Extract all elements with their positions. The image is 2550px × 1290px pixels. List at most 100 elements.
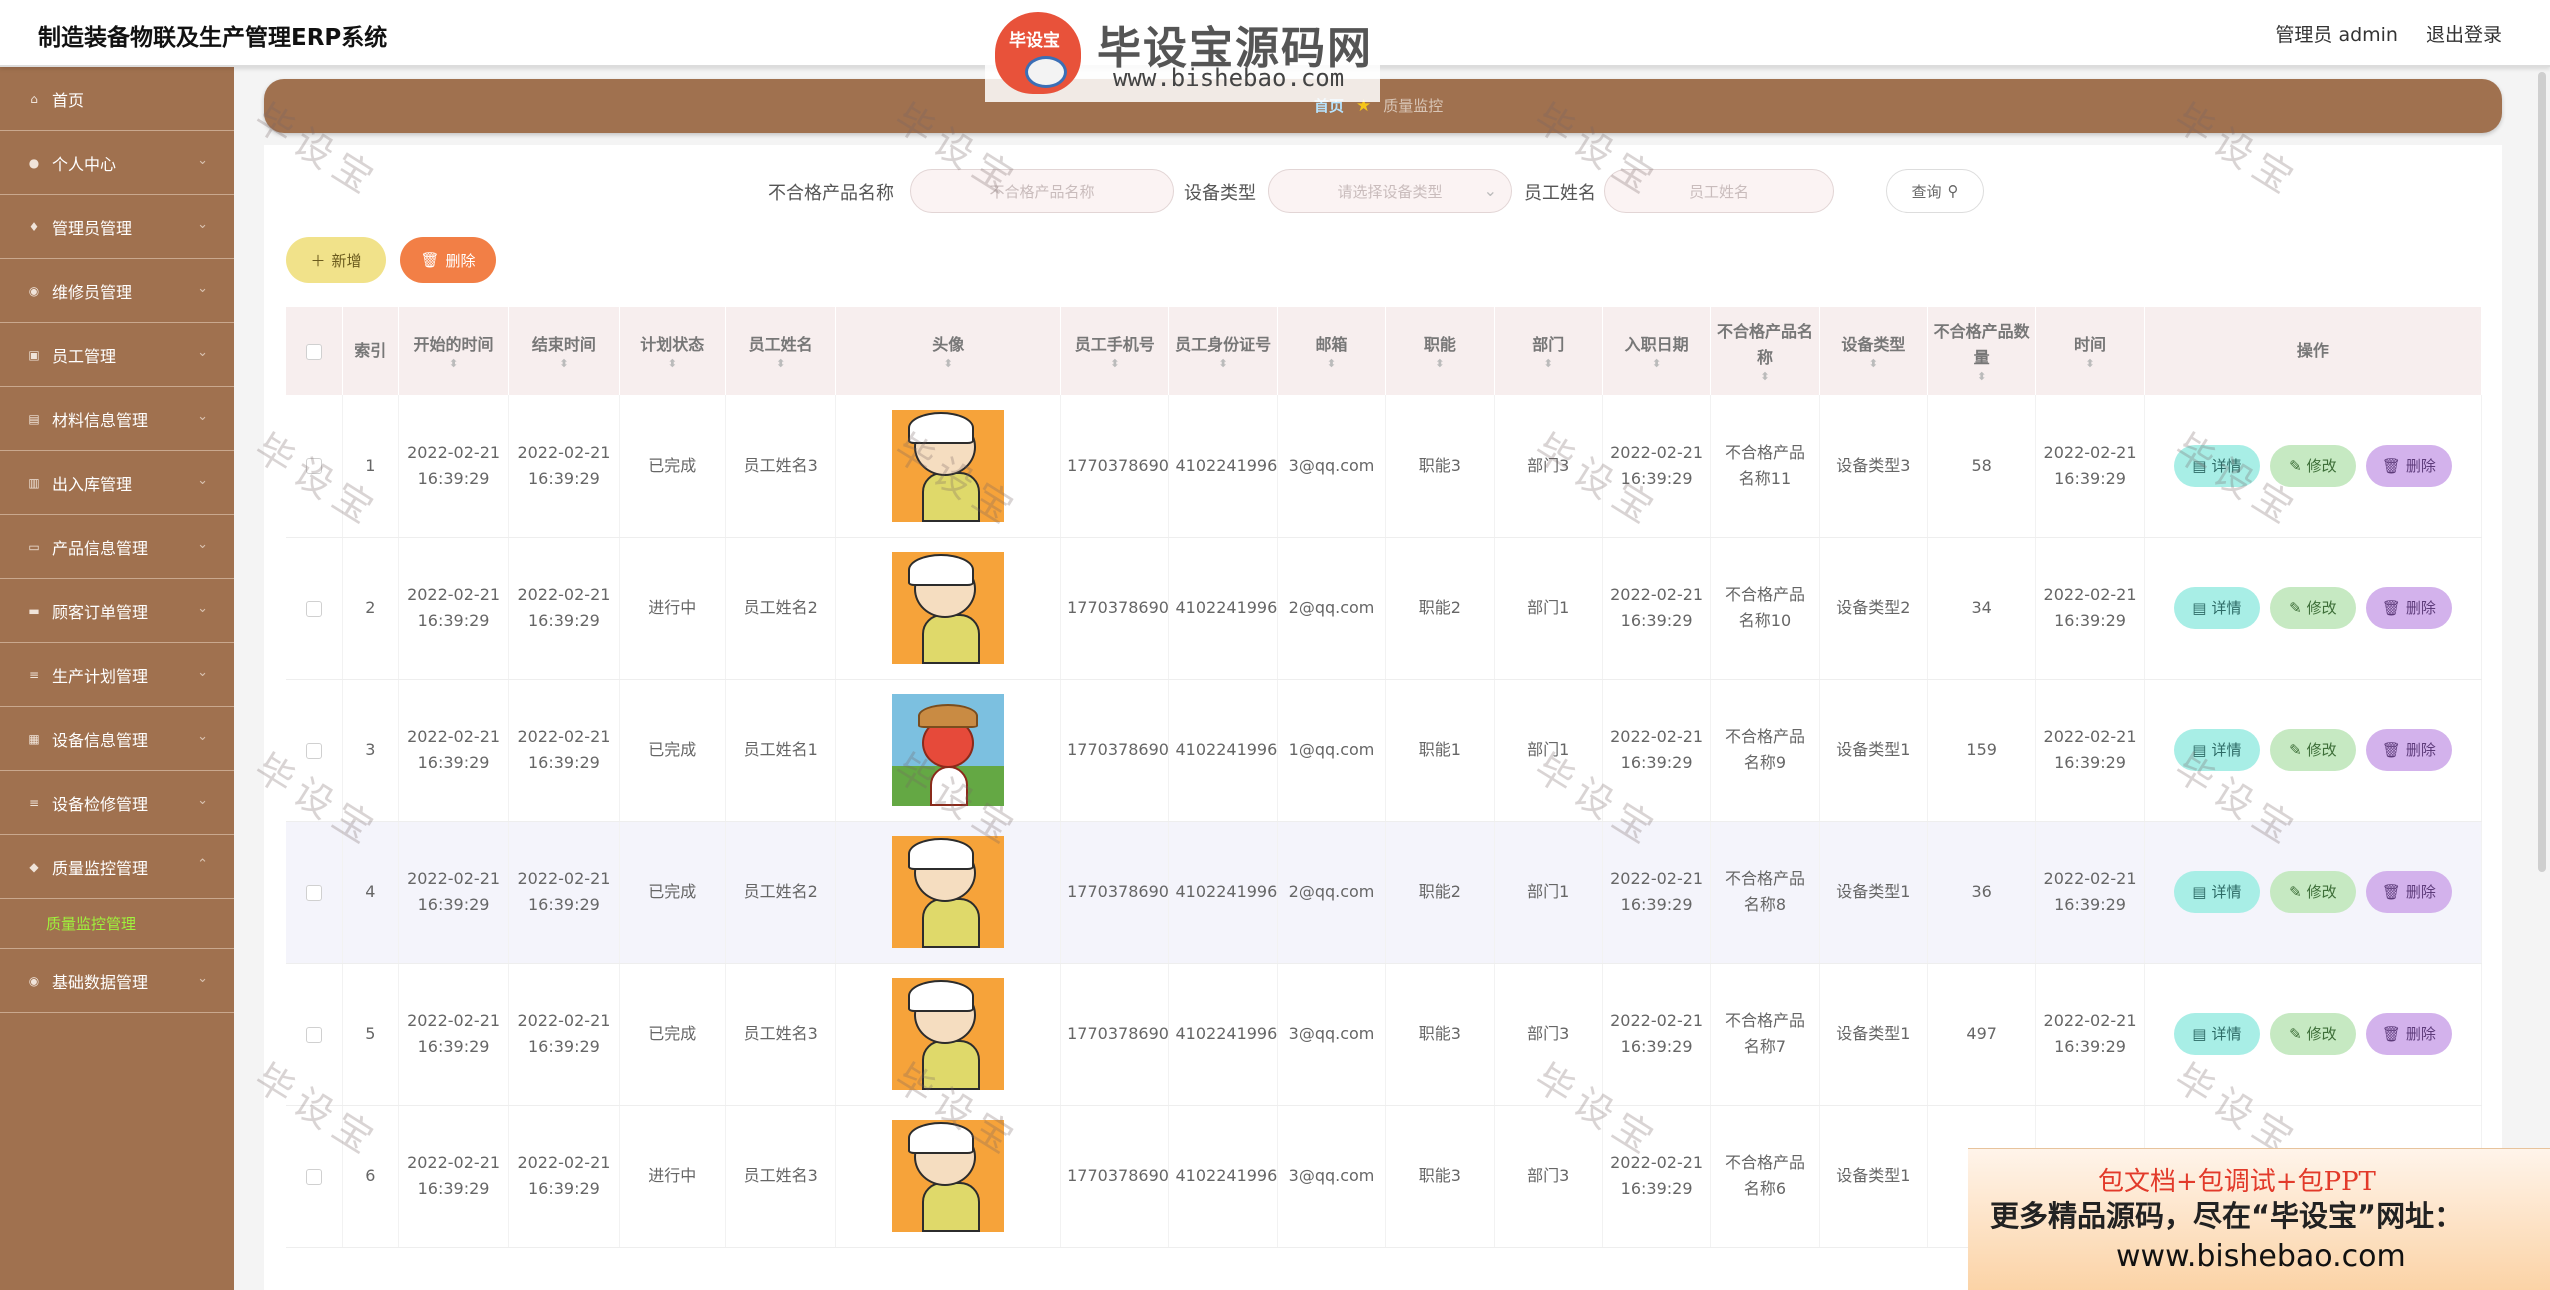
column-header[interactable]: 设备类型 ⬍ — [1819, 307, 1929, 395]
add-button[interactable]: ＋ 新增 — [286, 237, 386, 283]
user-icon: ● — [28, 155, 40, 170]
cell-idx: 1 — [342, 395, 399, 538]
globe-icon: ◉ — [28, 973, 40, 988]
delete-button[interactable]: 🗑删除 — [2365, 1013, 2452, 1055]
pin-icon: ◆ — [29, 859, 39, 874]
column-header[interactable]: 入职日期 ⬍ — [1602, 307, 1712, 395]
employee-name-input[interactable]: 员工姓名 — [1604, 169, 1834, 213]
page-scrollbar[interactable] — [2538, 72, 2546, 872]
row-checkbox[interactable] — [305, 1168, 322, 1185]
device-type-select[interactable]: 请选择设备类型 ⌄ — [1268, 169, 1512, 213]
sidebar-item-8[interactable]: ▬ 顾客订单管理 ⌄ — [0, 579, 234, 643]
cell-hire: 2022-02-21 16:39:29 — [1602, 537, 1712, 680]
sidebar-item-12[interactable]: ◆ 质量监控管理 ⌃ — [0, 835, 234, 899]
sidebar-item-0[interactable]: ⌂ 首页 — [0, 67, 234, 131]
column-header[interactable]: 头像 ⬍ — [835, 307, 1062, 395]
edit-button[interactable]: ✎修改 — [2269, 444, 2356, 487]
cell-product: 不合格产品名称8 — [1710, 821, 1820, 964]
avatar — [892, 1120, 1005, 1232]
column-header[interactable]: 开始的时间 ⬍ — [398, 307, 510, 395]
cell-idx: 4 — [342, 821, 399, 964]
edit-button[interactable]: ✎修改 — [2269, 587, 2356, 629]
sidebar-item-7[interactable]: ▭ 产品信息管理 ⌄ — [0, 515, 234, 579]
detail-button[interactable]: ▤详情 — [2173, 444, 2260, 487]
detail-button[interactable]: ▤详情 — [2173, 587, 2260, 629]
cell-hire: 2022-02-21 16:39:29 — [1602, 395, 1712, 538]
cell-status: 已完成 — [619, 395, 726, 538]
sort-icon: ⬍ — [1218, 357, 1228, 370]
chevron-down-icon: ⌄ — [1483, 181, 1497, 200]
logout-link[interactable]: 退出登录 — [2426, 20, 2502, 47]
trash-icon: 🗑 — [2381, 456, 2401, 475]
sidebar-item-label: 员工管理 — [52, 346, 117, 366]
detail-button[interactable]: ▤详情 — [2173, 1013, 2260, 1055]
edit-button[interactable]: ✎修改 — [2269, 1013, 2356, 1055]
detail-button[interactable]: ▤详情 — [2173, 871, 2260, 913]
delete-button[interactable]: 🗑删除 — [2365, 444, 2452, 487]
chevron-down-icon: ⌄ — [197, 537, 208, 552]
cell-product: 不合格产品名称6 — [1710, 1105, 1820, 1248]
sidebar-item-3[interactable]: ◉ 维修员管理 ⌄ — [0, 259, 234, 323]
sidebar-item-2[interactable]: ♦ 管理员管理 ⌄ — [0, 195, 234, 259]
edit-button[interactable]: ✎修改 — [2269, 871, 2356, 913]
cell-status: 已完成 — [619, 821, 726, 964]
sort-icon: ⬍ — [776, 357, 786, 370]
list-icon: ≡ — [28, 795, 40, 810]
sidebar-item-10[interactable]: ▦ 设备信息管理 ⌄ — [0, 707, 234, 771]
cell-email: 2@qq.com — [1277, 821, 1387, 964]
sidebar-item-1[interactable]: ● 个人中心 ⌄ — [0, 131, 234, 195]
select-all-checkbox[interactable] — [305, 343, 322, 360]
column-header[interactable]: 结束时间 ⬍ — [508, 307, 620, 395]
search-button[interactable]: 查询 ⚲ — [1886, 169, 1984, 213]
column-header[interactable]: 职能 ⬍ — [1385, 307, 1495, 395]
sidebar-item-5[interactable]: ▤ 材料信息管理 ⌄ — [0, 387, 234, 451]
actions-cell: ▤详情✎修改🗑删除 — [2144, 537, 2483, 680]
row-checkbox[interactable] — [305, 884, 322, 901]
sidebar-subitem-quality[interactable]: 质量监控管理 — [0, 899, 234, 949]
row-checkbox[interactable] — [305, 600, 322, 617]
cell-email: 3@qq.com — [1277, 395, 1387, 538]
pencil-icon: ✎ — [2289, 599, 2302, 617]
row-checkbox[interactable] — [305, 458, 322, 475]
column-header[interactable]: 时间 ⬍ — [2035, 307, 2145, 395]
sidebar: ⌂ 首页 ● 个人中心 ⌄ ♦ 管理员管理 ⌄ ◉ 维修员管理 ⌄ ▣ 员工管理 ⌄ ▤ 材料信息管理 ⌄ ▥ 出入… — [0, 67, 234, 1290]
column-header[interactable]: 员工手机号 ⬍ — [1060, 307, 1170, 395]
cell-device: 设备类型1 — [1819, 679, 1929, 822]
cell-device: 设备类型1 — [1819, 963, 1929, 1106]
column-header[interactable]: 员工姓名 ⬍ — [725, 307, 837, 395]
sort-icon: ⬍ — [1760, 370, 1770, 383]
trash-icon: 🗑 — [2381, 1025, 2401, 1043]
delete-button[interactable]: 🗑删除 — [2365, 871, 2452, 913]
column-header[interactable]: 不合格产品数量 ⬍ — [1927, 307, 2037, 395]
column-header[interactable]: 计划状态 ⬍ — [619, 307, 726, 395]
cell-device: 设备类型1 — [1819, 821, 1929, 964]
sidebar-item-4[interactable]: ▣ 员工管理 ⌄ — [0, 323, 234, 387]
cell-dept: 部门1 — [1494, 537, 1603, 680]
sidebar-item-9[interactable]: ≡ 生产计划管理 ⌄ — [0, 643, 234, 707]
column-header: 索引 — [342, 307, 399, 395]
batch-delete-button[interactable]: 🗑 删除 — [400, 237, 496, 283]
sidebar-item-6[interactable]: ▥ 出入库管理 ⌄ — [0, 451, 234, 515]
row-checkbox[interactable] — [305, 742, 322, 759]
row-checkbox[interactable] — [305, 1026, 322, 1043]
cell-idcard: 410224199610232003 — [1168, 395, 1278, 538]
edit-button[interactable]: ✎修改 — [2269, 729, 2356, 771]
sort-icon: ⬍ — [1110, 357, 1120, 370]
detail-button[interactable]: ▤详情 — [2173, 729, 2260, 771]
column-header[interactable]: 员工身份证号 ⬍ — [1168, 307, 1278, 395]
sidebar-item-11[interactable]: ≡ 设备检修管理 ⌄ — [0, 771, 234, 835]
avatar — [892, 552, 1005, 664]
column-header[interactable]: 邮箱 ⬍ — [1277, 307, 1387, 395]
column-header[interactable]: 部门 ⬍ — [1494, 307, 1603, 395]
sort-icon: ⬍ — [1651, 357, 1662, 370]
sidebar-item-13[interactable]: ◉ 基础数据管理 ⌄ — [0, 949, 234, 1013]
cell-idx: 3 — [342, 679, 399, 822]
cell-product: 不合格产品名称9 — [1710, 679, 1820, 822]
cell-end: 2022-02-21 16:39:29 — [508, 821, 620, 964]
product-name-input[interactable]: 不合格产品名称 — [910, 169, 1174, 213]
delete-button[interactable]: 🗑删除 — [2365, 587, 2452, 629]
cell-time: 2022-02-21 16:39:29 — [2035, 963, 2145, 1106]
delete-button[interactable]: 🗑删除 — [2365, 729, 2452, 771]
column-header[interactable]: 不合格产品名称 ⬍ — [1710, 307, 1820, 395]
sort-icon: ⬍ — [1977, 370, 1987, 383]
